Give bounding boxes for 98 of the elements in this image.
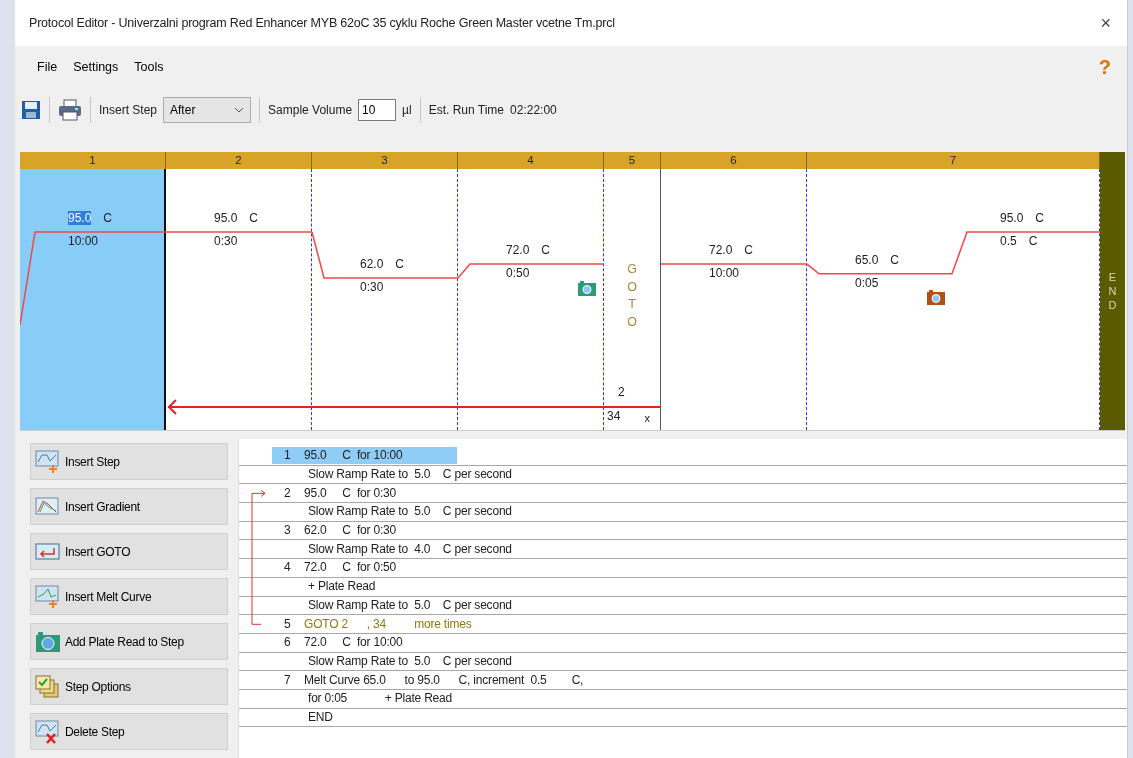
program-line[interactable]: for 0:05 + Plate Read <box>308 690 453 708</box>
increment-value[interactable]: 0.5 <box>1000 234 1017 248</box>
step-number: 2 <box>284 484 292 502</box>
step-number: 3 <box>284 522 292 540</box>
volume-unit: µl <box>402 103 412 117</box>
repeat-count[interactable]: 34 <box>607 409 621 423</box>
step-text: 72.0 C for 10:00 <box>304 634 403 652</box>
temperature-value[interactable]: 72.0 <box>709 243 733 258</box>
program-line[interactable]: 3 62.0 C for 0:30 <box>272 522 457 540</box>
action-button[interactable]: Step Options <box>30 668 228 705</box>
hold-time[interactable]: 0:30 <box>214 234 238 248</box>
run-time-label: Est. Run Time <box>428 103 505 117</box>
run-time-value: 02:22:00 <box>510 103 557 117</box>
chart-delete-icon <box>35 719 61 744</box>
menu-item[interactable]: Settings <box>65 56 127 78</box>
insert-step-label: Insert Step <box>99 103 158 117</box>
hold-time[interactable]: 0:50 <box>506 266 530 281</box>
program-line[interactable]: Slow Ramp Rate to 5.0 C per second <box>308 503 512 521</box>
menu-item[interactable]: Tools <box>126 56 172 78</box>
increment-unit: C <box>1028 234 1038 248</box>
step-number-header[interactable]: 3 <box>312 152 458 169</box>
step-column[interactable]: 62.0 C 0:30 <box>312 169 458 430</box>
program-line[interactable]: 7 Melt Curve 65.0 to 95.0 C, increment 0.5 C, <box>272 671 584 689</box>
step-number-header[interactable]: 2 <box>166 152 312 169</box>
temperature-unit: C <box>541 243 551 258</box>
temperature-unit: C <box>1035 211 1045 225</box>
checklist-icon <box>35 674 61 699</box>
temperature-value[interactable]: 95.0 <box>1000 211 1024 225</box>
step-text: Melt Curve 65.0 to 95.0 C, increment 0.5 C, <box>304 671 584 689</box>
times-mark: x <box>644 412 650 424</box>
step-number: 7 <box>284 671 292 689</box>
step-column[interactable]: 95.0 C 0:30 <box>166 169 312 430</box>
step-column[interactable]: 65.0 C 0:05 95.0 C 0.5 C <box>807 169 1100 430</box>
step-column[interactable]: 72.0 C 0:50 <box>458 169 604 430</box>
step-number: 4 <box>284 559 292 577</box>
step-number: 6 <box>284 634 292 652</box>
camera-icon <box>578 281 596 297</box>
program-line[interactable]: END <box>308 708 333 726</box>
action-button[interactable]: Add Plate Read to Step <box>30 623 228 660</box>
goto-target: 2 <box>618 385 625 399</box>
program-line[interactable]: Slow Ramp Rate to 5.0 C per second <box>308 596 512 614</box>
temperature-value[interactable]: 95.0 <box>214 211 238 225</box>
program-line[interactable]: 5 GOTO 2 , 34 more times <box>272 615 472 633</box>
temperature-value[interactable]: 65.0 <box>855 252 879 267</box>
action-button[interactable]: Insert Melt Curve <box>30 578 228 615</box>
step-column[interactable]: 72.0 C 10:00 <box>661 169 807 430</box>
hold-time[interactable]: 10:00 <box>709 266 740 281</box>
program-line[interactable]: Slow Ramp Rate to 5.0 C per second <box>308 652 512 670</box>
step-text: 95.0 C for 0:30 <box>304 484 397 502</box>
program-line[interactable]: + Plate Read <box>308 578 376 596</box>
temperature-value[interactable]: 72.0 <box>506 243 530 258</box>
chart-plus-icon <box>35 449 61 474</box>
hold-time[interactable]: 0:30 <box>360 280 384 294</box>
action-button[interactable]: Insert GOTO <box>30 533 228 570</box>
save-icon[interactable] <box>21 100 41 120</box>
sample-volume-label: Sample Volume <box>268 103 353 117</box>
temperature-unit: C <box>103 211 113 225</box>
program-line[interactable]: Slow Ramp Rate to 4.0 C per second <box>308 540 512 558</box>
action-button[interactable]: Delete Step <box>30 713 228 750</box>
step-number: 1 <box>284 447 292 465</box>
step-column[interactable]: 95.0 C 10:00 <box>20 169 166 430</box>
action-button[interactable]: Insert Step <box>30 443 228 480</box>
step-column[interactable]: GOTO 2 34 x <box>604 169 661 430</box>
melt-chart-icon <box>35 584 61 609</box>
hold-time[interactable]: 10:00 <box>68 234 99 248</box>
step-text: GOTO 2 , 34 more times <box>304 615 472 633</box>
step-number: 5 <box>284 615 292 633</box>
insert-position-dropdown[interactable]: After <box>163 97 252 123</box>
step-text: 62.0 C for 0:30 <box>304 522 397 540</box>
program-line[interactable]: 6 72.0 C for 10:00 <box>272 634 457 652</box>
goto-label: GOTO <box>626 261 638 331</box>
program-line[interactable]: 4 72.0 C for 0:50 <box>272 559 457 577</box>
temperature-unit: C <box>744 243 754 258</box>
caret-icon <box>234 107 245 113</box>
step-text: 72.0 C for 0:50 <box>304 559 397 577</box>
end-label: END <box>1107 269 1118 313</box>
step-text: 95.0 C for 10:00 <box>304 447 403 465</box>
step-number-header[interactable]: 1 <box>20 152 166 169</box>
step-number-header[interactable]: 4 <box>458 152 604 169</box>
step-number-header[interactable]: 5 <box>604 152 661 169</box>
menu-item[interactable]: File <box>29 56 66 78</box>
temperature-unit: C <box>890 252 900 267</box>
temperature-unit: C <box>395 257 405 271</box>
temperature-value[interactable]: 62.0 <box>360 257 384 271</box>
program-line[interactable]: 2 95.0 C for 0:30 <box>272 484 457 502</box>
window-title: Protocol Editor - Univerzalni program Red Enhancer MYB 62oC 35 cyklu Roche Green Master vcetne Tm.prcl <box>29 16 616 30</box>
sample-volume-field[interactable]: 10 <box>358 99 397 121</box>
program-line[interactable]: Slow Ramp Rate to 5.0 C per second <box>308 466 512 484</box>
printer-icon[interactable] <box>58 99 82 121</box>
close-button[interactable]: × <box>1094 12 1117 34</box>
temperature-value[interactable]: 95.0 <box>68 211 92 225</box>
hold-time[interactable]: 0:05 <box>855 275 879 290</box>
camera-icon <box>927 289 945 305</box>
step-number-header[interactable]: 7 <box>807 152 1100 169</box>
camera-icon <box>35 629 61 654</box>
step-number-header[interactable]: 6 <box>661 152 807 169</box>
temperature-unit: C <box>249 211 259 225</box>
action-button[interactable]: Insert Gradient <box>30 488 228 525</box>
